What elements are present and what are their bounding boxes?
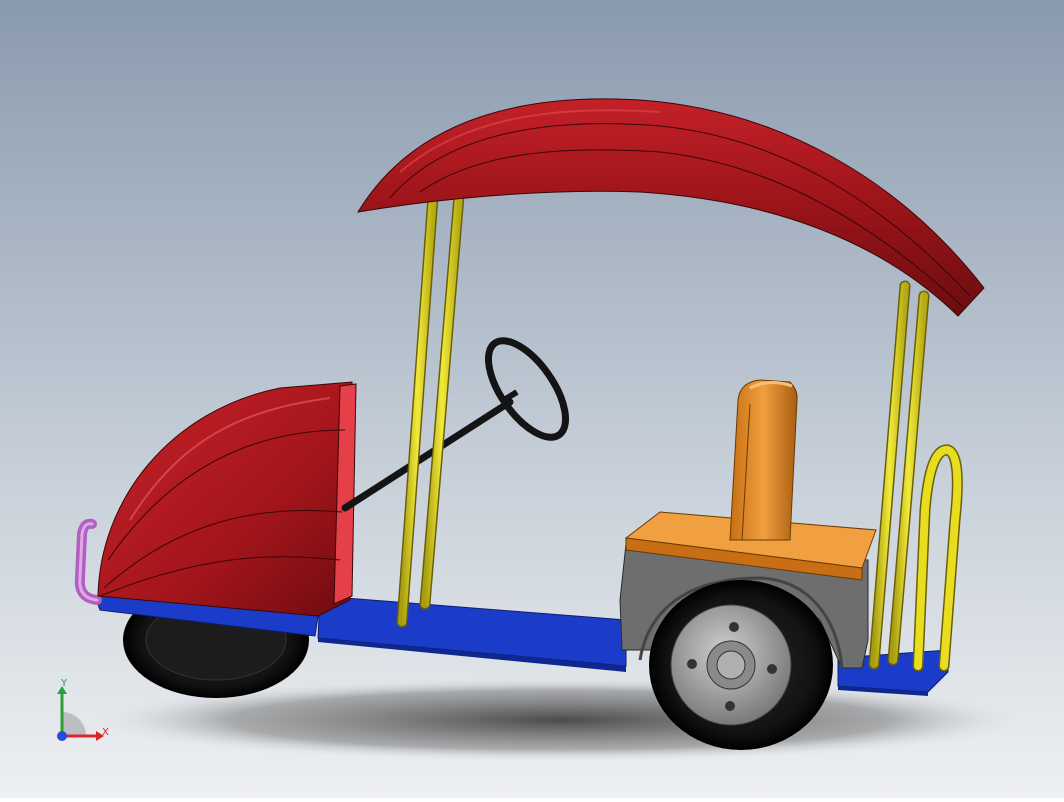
triad-x-label: X [102,727,109,738]
rear-wheel[interactable] [649,580,833,750]
triad-y-label: Y [61,678,68,689]
triad-z-axis [57,731,67,741]
model-viewport[interactable] [0,0,1064,798]
